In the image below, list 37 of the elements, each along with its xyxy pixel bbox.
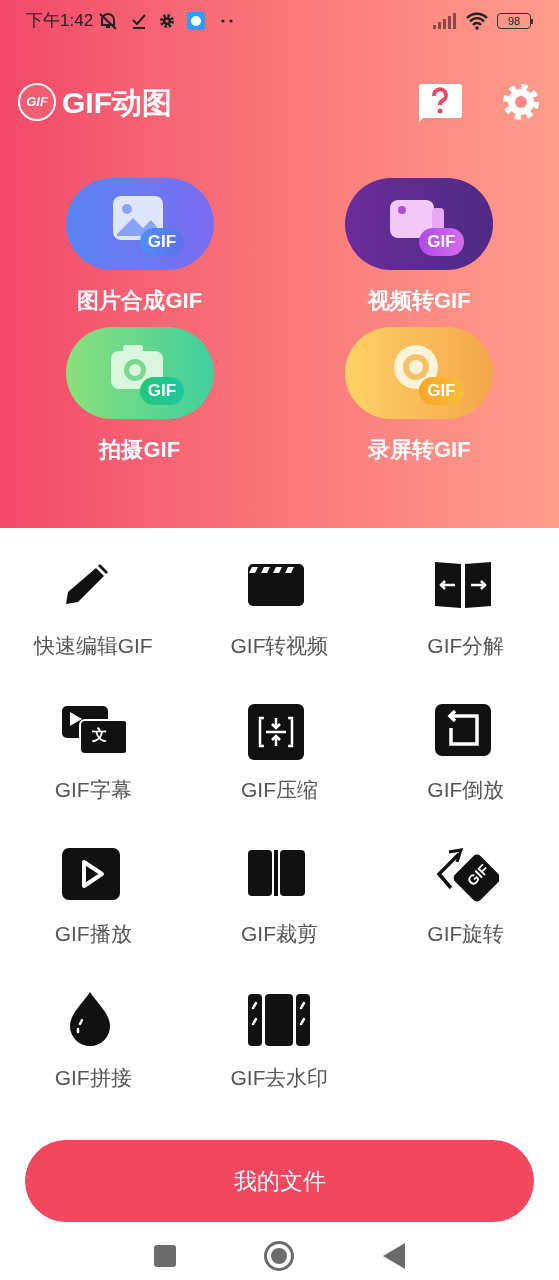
app-title: GIF动图	[62, 84, 172, 121]
tool-item[interactable]: GIF压缩	[186, 700, 373, 844]
wifi-icon	[465, 12, 489, 30]
feature-label: 视频转GIF	[367, 287, 471, 315]
icon-label: GIF	[463, 861, 492, 889]
recent-apps-icon[interactable]	[153, 1245, 176, 1267]
gif-badge: GIF	[419, 377, 464, 405]
more-icon	[221, 19, 234, 23]
gif-badge: GIF	[139, 228, 185, 256]
app-logo: GIF	[18, 83, 56, 121]
tool-item[interactable]: GIF分解	[372, 556, 559, 700]
help-icon[interactable]	[417, 82, 463, 122]
tool-item[interactable]: GIF倒放	[372, 700, 559, 844]
settings-icon	[159, 13, 176, 29]
tool-item[interactable]: GIF去水印	[186, 988, 373, 1132]
signal-icon	[433, 13, 457, 29]
feature-label: 图片合成GIF	[77, 287, 203, 315]
gif-badge: GIF	[139, 377, 185, 405]
my-files-button[interactable]: 我的文件	[25, 1140, 534, 1222]
check-icon	[131, 13, 148, 29]
back-icon[interactable]	[383, 1243, 406, 1269]
tool-item[interactable]: GIF拼接	[0, 988, 187, 1132]
icon-label: 文	[92, 726, 108, 744]
tool-item[interactable]: GIF裁剪	[186, 844, 373, 988]
tool-item[interactable]: 快速编辑GIF	[0, 556, 187, 700]
home-icon[interactable]	[263, 1240, 296, 1272]
battery-icon: 98	[497, 13, 533, 29]
app-notification-icon	[187, 12, 206, 30]
feature-button[interactable]: GIF	[65, 178, 214, 270]
tool-item[interactable]: GIF GIF旋转	[372, 844, 559, 988]
feature-label: 录屏转GIF	[367, 436, 471, 464]
feature-label: 拍摄GIF	[99, 436, 181, 464]
gif-badge: GIF	[419, 228, 464, 256]
tool-item[interactable]: GIF播放	[0, 844, 187, 988]
tool-item[interactable]: GIF转视频	[186, 556, 373, 700]
tool-item[interactable]: 文 GIF字幕	[0, 700, 187, 844]
status-time: 下午1:42	[26, 10, 94, 33]
